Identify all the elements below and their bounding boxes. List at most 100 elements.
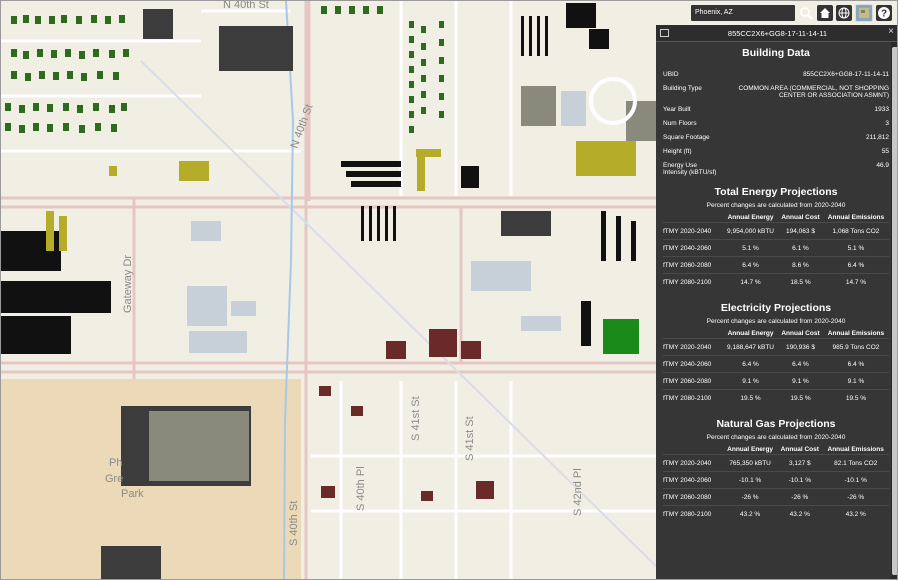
building-data-label: Year Built (663, 106, 691, 113)
table-row: fTMY 2060-2080 6.4 % 8.6 % 6.4 % (663, 256, 889, 274)
table-cell: 8.6 % (778, 256, 823, 274)
table-cell: fTMY 2040-2060 (663, 355, 723, 373)
table-cell: -26 % (723, 488, 778, 506)
table-cell: fTMY 2040-2060 (663, 471, 723, 489)
table-cell: fTMY 2080-2100 (663, 273, 723, 290)
projection-title: Natural Gas Projections (716, 418, 836, 430)
table-cell: 6.4 % (723, 355, 779, 373)
park-label-3: Park (121, 488, 144, 500)
table-cell: -26 % (822, 488, 889, 506)
table-cell: 9,188,647 kBTU (723, 338, 779, 356)
projection-section: Total Energy Projections Percent changes … (663, 186, 889, 290)
table-cell: 43.2 % (822, 505, 889, 522)
table-cell: 5.1 % (723, 239, 779, 257)
table-cell: fTMY 2080-2100 (663, 389, 723, 406)
building-data-title: Building Data (742, 47, 810, 59)
percent-note: Percent changes are calculated from 2020… (706, 318, 846, 325)
table-row: fTMY 2080-2100 19.5 % 19.5 % 19.5 % (663, 389, 889, 406)
projection-sections: Total Energy Projections Percent changes … (663, 186, 889, 522)
table-header: Annual Emissions (827, 214, 885, 221)
building-data-value: COMMON AREA (COMMERCIAL, NOT SHOPPING CE… (738, 85, 889, 99)
building-data-value: 55 (881, 148, 889, 155)
home-icon[interactable] (817, 5, 833, 21)
table-header: Annual Emissions (827, 446, 884, 453)
street-label-gateway: Gateway Dr (122, 255, 134, 313)
building-data-label: Height (ft) (663, 148, 692, 155)
table-header: Annual Energy (727, 214, 774, 221)
table-cell: fTMY 2060-2080 (663, 488, 723, 506)
table-cell: fTMY 2020-2040 (663, 338, 723, 356)
table-cell: 765,350 kBTU (723, 454, 778, 472)
basemap-icon[interactable] (855, 4, 873, 22)
table-header: Annual Cost (781, 330, 820, 337)
park-label-2: Gre (105, 473, 123, 485)
table-cell: fTMY 2020-2040 (663, 454, 723, 472)
building-data-row: UBID 855CC2X6+GG8-17-11-14-11 (663, 71, 889, 78)
close-icon[interactable]: × (888, 26, 894, 37)
building-data-label: Building Type (663, 85, 702, 92)
table-row: fTMY 2080-2100 43.2 % 43.2 % 43.2 % (663, 505, 889, 522)
panel-header: 855CC2X6+GG8-17-11-14-11 × (656, 25, 897, 42)
projection-title: Total Energy Projections (714, 186, 838, 198)
table-header: Annual Cost (781, 214, 820, 221)
table-cell: 9.1 % (778, 372, 823, 390)
table-row: fTMY 2020-2040 9,188,647 kBTU 190,936 $985… (663, 338, 889, 356)
selected-building (603, 319, 639, 354)
help-icon[interactable]: ? (876, 5, 892, 21)
street-label-s40th-pl: S 40th Pl (355, 466, 367, 511)
table-cell: 19.5 % (822, 389, 889, 406)
projection-section: Natural Gas Projections Percent changes a… (663, 418, 889, 522)
building-data-label: UBID (663, 71, 679, 78)
building-data-value: 3 (885, 120, 889, 127)
table-cell: 14.7 % (723, 273, 779, 290)
table-row: fTMY 2040-2060 5.1 % 6.1 % 5.1 % (663, 239, 889, 257)
building-data-row: Num Floors 3 (663, 120, 889, 127)
table-cell: fTMY 2020-2040 (663, 222, 723, 240)
table-cell: 190,936 $ (778, 338, 823, 356)
table-row: fTMY 2020-2040 765,350 kBTU 3,127 $82.1 To… (663, 454, 889, 472)
building-data-label: Num Floors (663, 120, 697, 127)
table-cell: 14.7 % (822, 273, 889, 290)
street-label-s41st-b: S 41st St (464, 416, 476, 461)
street-label-s40th-st: S 40th St (288, 501, 300, 546)
projection-table: Annual Energy Annual Cost Annual Emissions… (663, 213, 889, 290)
building-data-value: 1933 (874, 106, 889, 113)
building-info-panel: 855CC2X6+GG8-17-11-14-11 × Building Data… (656, 25, 897, 579)
table-row: fTMY 2060-2080 -26 % -26 % -26 % (663, 488, 889, 506)
table-cell: -10.1 % (723, 471, 778, 489)
table-cell: 18.5 % (778, 273, 823, 290)
park-label-1: Ph (109, 457, 122, 469)
table-header: Annual Energy (727, 446, 774, 453)
building-data-list: UBID 855CC2X6+GG8-17-11-14-11 Building Typ… (663, 71, 889, 176)
building-data-value: 855CC2X6+GG8-17-11-14-11 (803, 71, 889, 78)
table-cell: 6.4 % (778, 355, 823, 373)
table-cell: 985.9 Tons CO2 (822, 338, 889, 356)
building-data-row: Building Type COMMON AREA (COMMERCIAL, NO… (663, 85, 889, 99)
street-label-s41st-a: S 41st St (410, 396, 422, 441)
building-data-label: Energy Use Intensity (kBTU/sf) (663, 162, 717, 176)
search-icon[interactable] (798, 5, 814, 21)
table-cell: 9.1 % (822, 372, 889, 390)
table-cell: 6.1 % (778, 239, 823, 257)
table-cell: 43.2 % (723, 505, 778, 522)
projection-table: Annual Energy Annual Cost Annual Emissions… (663, 329, 889, 406)
table-cell: 9,954,000 kBTU (723, 222, 779, 240)
building-data-row: Square Footage 211,812 (663, 134, 889, 141)
table-cell: -10.1 % (822, 471, 889, 489)
percent-note: Percent changes are calculated from 2020… (706, 434, 846, 441)
table-header (663, 329, 723, 339)
globe-icon[interactable] (836, 5, 852, 21)
table-cell: 194,063 $ (778, 222, 823, 240)
table-cell: 19.5 % (778, 389, 823, 406)
svg-text:?: ? (881, 9, 887, 20)
table-cell: 43.2 % (777, 505, 823, 522)
scrollbar-thumb[interactable] (892, 47, 897, 575)
street-label-s42nd: S 42nd Pl (572, 468, 584, 516)
app-frame: N 40th St N 40th St Gateway Dr S 40th Pl… (0, 0, 898, 580)
table-header (663, 445, 723, 455)
location-search-input[interactable]: Phoenix, AZ (691, 5, 795, 21)
minimize-icon[interactable] (660, 29, 669, 37)
table-cell: fTMY 2060-2080 (663, 372, 723, 390)
building-data-label: Square Footage (663, 134, 710, 141)
table-header: Annual Cost (780, 446, 819, 453)
